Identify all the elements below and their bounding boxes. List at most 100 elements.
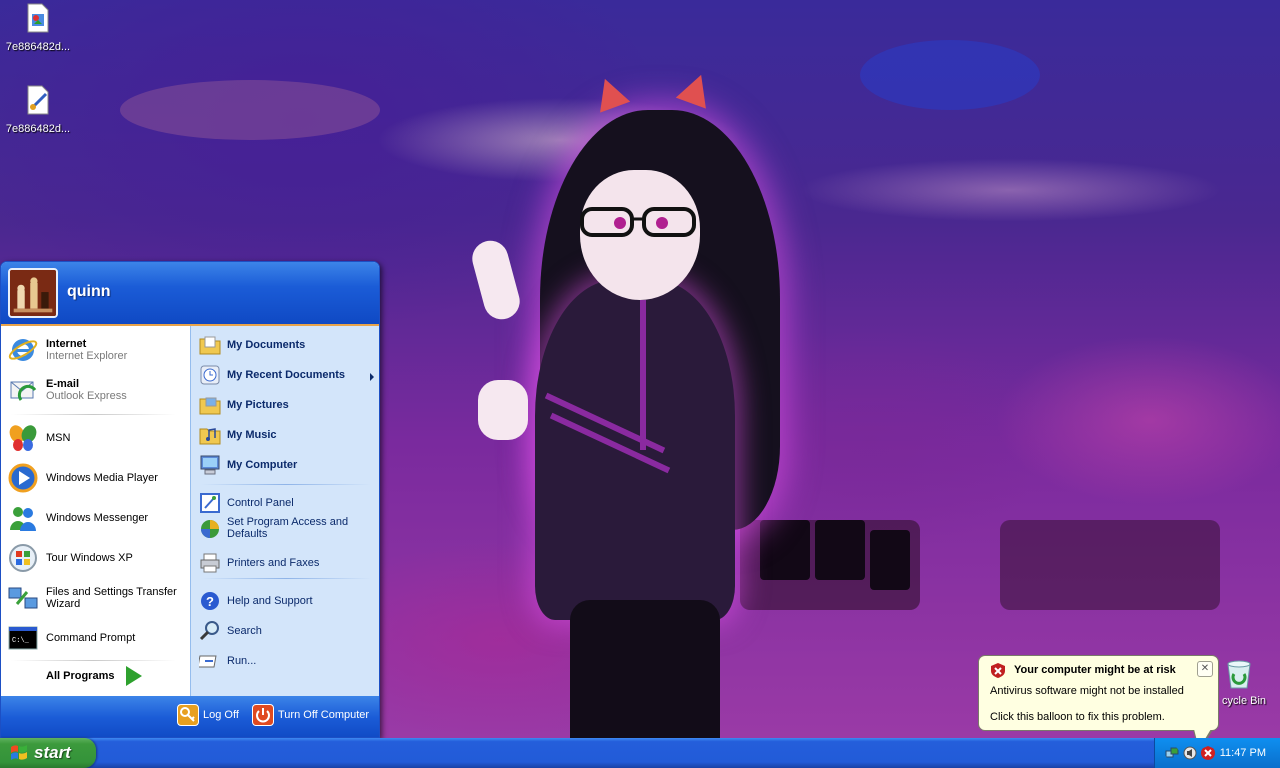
desktop-file-icon-1[interactable]: 7e886482d... [0, 2, 76, 53]
svg-text:?: ? [206, 594, 214, 609]
key-icon [177, 704, 199, 726]
menu-item-my-pictures[interactable]: My Pictures [199, 394, 375, 416]
menu-separator [11, 414, 176, 415]
balloon-message: Antivirus software might not be installe… [990, 685, 1184, 697]
start-label: start [34, 743, 71, 762]
menu-item-run[interactable]: Run... [199, 650, 375, 672]
security-alert-balloon[interactable]: Your computer might be at risk Antivirus… [978, 655, 1219, 752]
menu-separator [201, 484, 371, 485]
menu-item-help[interactable]: ? Help and Support [199, 590, 375, 612]
menu-item-my-recent-documents[interactable]: My Recent Documents [199, 364, 375, 386]
menu-item-title: Command Prompt [46, 632, 136, 644]
sleeve-stripe [640, 300, 646, 450]
menu-item-my-documents[interactable]: My Documents [199, 334, 375, 356]
recycle-bin-icon [1227, 660, 1251, 689]
run-icon [199, 655, 217, 668]
desktop-icon-label: 7e886482d... [5, 41, 71, 53]
menu-separator [201, 578, 371, 579]
wallpaper-window-shape [815, 520, 865, 580]
menu-item-messenger[interactable]: Windows Messenger [7, 502, 187, 534]
network-icon[interactable] [1165, 746, 1179, 760]
menu-item-title: Windows Media Player [46, 472, 158, 484]
glasses-shape [580, 207, 696, 237]
menu-item-label: My Documents [227, 339, 306, 351]
program-access-icon [201, 520, 219, 538]
all-programs-label: All Programs [46, 670, 115, 682]
menu-item-title: MSN [46, 432, 71, 444]
taskbar: start 11:47 PM [0, 738, 1280, 768]
internet-explorer-icon [8, 339, 38, 361]
menu-item-printers[interactable]: Printers and Faxes [199, 552, 375, 574]
balloon-action-text: Click this balloon to fix this problem. [990, 711, 1165, 723]
submenu-arrow-icon [370, 373, 374, 381]
command-prompt-icon: C:\_ [8, 626, 38, 650]
menu-item-media-player[interactable]: Windows Media Player [7, 462, 187, 494]
menu-item-email[interactable]: E-mail Outlook Express [7, 374, 187, 406]
clock[interactable]: 11:47 PM [1220, 747, 1266, 759]
log-off-label: Log Off [203, 709, 239, 721]
start-menu: quinn Internet Internet Explorer E-mail [0, 261, 380, 738]
menu-item-internet[interactable]: Internet Internet Explorer [7, 334, 187, 366]
menu-item-label: Set Program Access and [227, 516, 349, 528]
start-menu-right-pane: My Documents My Recent Documents My Pict… [190, 326, 379, 696]
menu-item-subtitle: Internet Explorer [46, 350, 128, 362]
system-tray: 11:47 PM [1154, 738, 1280, 768]
security-alert-tray-icon[interactable] [1201, 746, 1215, 760]
wallpaper-window-shape [870, 530, 910, 590]
menu-item-search[interactable]: Search [199, 620, 375, 642]
user-avatar[interactable] [8, 268, 58, 318]
wallpaper-shape [860, 40, 1040, 110]
menu-item-label: My Music [227, 429, 277, 441]
messenger-icon [10, 507, 36, 531]
balloon-title: Your computer might be at risk [1014, 664, 1176, 676]
wallpaper-shape [1000, 520, 1220, 610]
menu-item-title: Files and Settings Transfer [46, 586, 177, 598]
cat-ear-shape [675, 69, 717, 109]
menu-item-control-panel[interactable]: Control Panel [199, 492, 375, 514]
menu-item-label: Search [227, 625, 262, 637]
menu-item-title: E-mail [46, 378, 80, 390]
menu-item-tour[interactable]: Tour Windows XP [7, 542, 187, 574]
recycle-bin-label: cycle Bin [1222, 695, 1267, 707]
outlook-express-icon [10, 381, 37, 401]
turn-off-button[interactable]: Turn Off Computer [252, 704, 369, 726]
menu-item-label: My Recent Documents [227, 369, 345, 381]
media-player-icon [8, 463, 38, 493]
folder-documents-icon [199, 336, 221, 355]
menu-item-title: Internet [46, 338, 87, 350]
start-menu-left-pane: Internet Internet Explorer E-mail Outloo… [1, 326, 190, 696]
figure-legs [570, 600, 720, 738]
balloon-close-button[interactable]: ✕ [1197, 661, 1213, 677]
menu-item-label: Help and Support [227, 595, 313, 607]
recent-documents-icon [200, 365, 220, 385]
menu-item-label: Run... [227, 655, 257, 667]
all-programs-button[interactable]: All Programs [46, 666, 143, 686]
paint-file-icon [27, 85, 49, 115]
folder-music-icon [199, 428, 221, 445]
menu-item-my-music[interactable]: My Music [199, 424, 375, 446]
menu-item-label: Control Panel [227, 497, 294, 509]
control-panel-icon [200, 493, 220, 513]
log-off-button[interactable]: Log Off [177, 704, 239, 726]
menu-separator [11, 660, 176, 661]
menu-item-command-prompt[interactable]: C:\_ Command Prompt [7, 622, 187, 654]
start-button[interactable]: start [0, 738, 96, 768]
start-menu-header: quinn [1, 262, 379, 326]
menu-item-transfer-wizard[interactable]: Files and Settings Transfer Wizard [7, 582, 187, 614]
volume-icon[interactable] [1183, 746, 1197, 760]
menu-item-label: My Computer [227, 459, 298, 471]
menu-item-title: Windows Messenger [46, 512, 149, 524]
folder-pictures-icon [199, 397, 221, 415]
menu-item-program-access[interactable]: Set Program Access and Defaults [199, 516, 375, 540]
windows-flag-icon [11, 745, 27, 760]
menu-item-label-line2: Defaults [227, 528, 268, 540]
security-shield-icon [991, 663, 1005, 678]
search-icon [199, 621, 219, 641]
desktop-file-icon-2[interactable]: 7e886482d... [0, 84, 76, 135]
menu-item-label: My Pictures [227, 399, 289, 411]
menu-item-my-computer[interactable]: My Computer [199, 454, 375, 476]
menu-item-subtitle: Outlook Express [46, 390, 127, 402]
transfer-wizard-icon [8, 587, 38, 609]
figure-hand [468, 236, 524, 324]
menu-item-msn[interactable]: MSN [7, 422, 187, 454]
